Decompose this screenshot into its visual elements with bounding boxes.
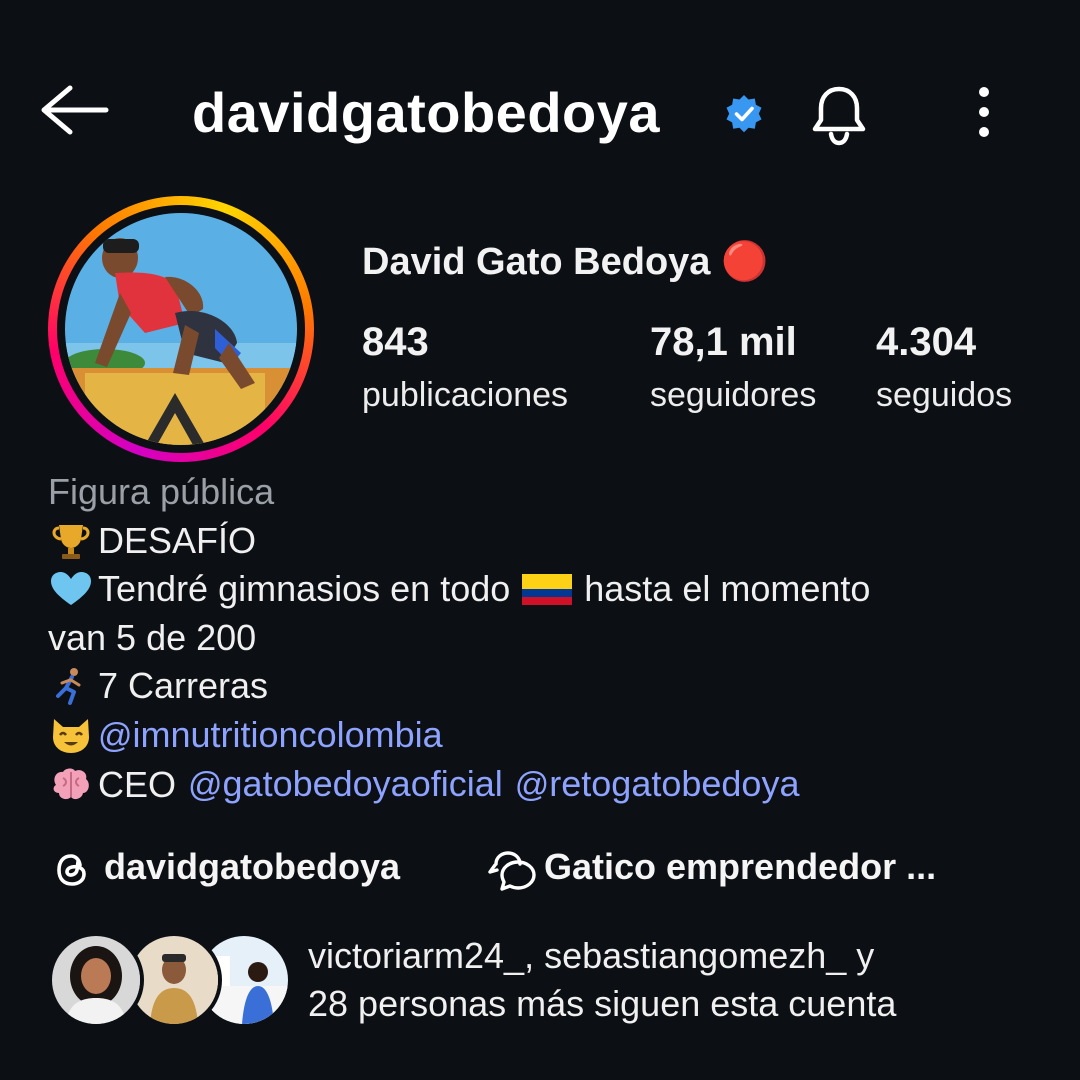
mention-link-nutrition[interactable]: @imnutritioncolombia xyxy=(98,711,443,761)
colombia-flag-icon xyxy=(522,574,573,606)
following-label[interactable]: seguidos xyxy=(876,376,1012,415)
broadcast-channel-link[interactable]: Gatico emprendedor ... xyxy=(544,846,936,888)
following-count[interactable]: 4.304 xyxy=(876,320,976,365)
bio-line-ceo: CEO @gatobedoyaoficial @retogatobedoya xyxy=(48,760,1048,810)
bio-ceo-text: CEO xyxy=(98,763,177,805)
bio-line-gyms: Tendré gimnasios en todo hasta el moment… xyxy=(48,565,1048,614)
cat-face-icon xyxy=(53,719,89,754)
bio-gyms-count: van 5 de 200 xyxy=(48,616,257,658)
blue-heart-icon xyxy=(51,572,91,606)
posts-label[interactable]: publicaciones xyxy=(362,376,568,415)
profile-full-name: David Gato Bedoya 🔴 xyxy=(362,241,769,283)
runner-icon xyxy=(56,668,81,706)
followed-by-line-1: victoriarm24_, sebastiangomezh_ y xyxy=(308,935,875,976)
more-vertical-icon[interactable] xyxy=(968,84,1000,144)
verified-badge-icon xyxy=(726,95,762,133)
posts-count[interactable]: 843 xyxy=(362,320,429,365)
bio-line-nutrition: @imnutritioncolombia xyxy=(48,711,1048,761)
bio-races-text: 7 Carreras xyxy=(98,665,269,706)
mention-link-challenge[interactable]: @retogatobedoya xyxy=(515,760,800,810)
bio-line-races: 7 Carreras xyxy=(48,662,1048,711)
broadcast-channel-icon[interactable] xyxy=(488,848,538,892)
followed-by-line-2: 28 personas más siguen esta cuenta xyxy=(308,983,897,1024)
threads-at-icon: @ xyxy=(98,716,133,755)
bio-line-challenge: DESAFÍO xyxy=(48,517,1048,566)
profile-category: Figura pública xyxy=(48,471,275,512)
mention-link-official[interactable]: @gatobedoyaoficial xyxy=(188,760,503,810)
follower-avatar-1[interactable] xyxy=(48,932,144,1028)
back-arrow-icon[interactable] xyxy=(36,82,110,138)
bio-challenge-text: DESAFÍO xyxy=(98,519,257,561)
bell-icon[interactable] xyxy=(806,82,872,148)
trophy-icon xyxy=(52,524,90,559)
instagram-profile: davidgatobedoya David Gato Bedoya 🔴 843 … xyxy=(0,0,1080,1080)
brain-icon xyxy=(53,768,89,799)
profile-avatar xyxy=(65,213,297,445)
profile-avatar-story-ring[interactable] xyxy=(48,196,314,462)
bio-gyms-text-start: Tendré gimnasios en todo xyxy=(98,568,511,609)
bio-gyms-text-end: hasta el momento xyxy=(584,568,871,609)
followers-label[interactable]: seguidores xyxy=(650,376,816,415)
followed-by-text[interactable]: victoriarm24_, sebastiangomezh_ y 28 per… xyxy=(308,932,1048,1028)
threads-username-link[interactable]: davidgatobedoya xyxy=(104,846,400,888)
followers-count[interactable]: 78,1 mil xyxy=(650,320,797,365)
threads-icon[interactable] xyxy=(50,848,94,892)
profile-username-title: davidgatobedoya xyxy=(192,81,661,144)
profile-bio: Figura pública DESAFÍO Tendré gimnasios … xyxy=(48,468,1048,810)
